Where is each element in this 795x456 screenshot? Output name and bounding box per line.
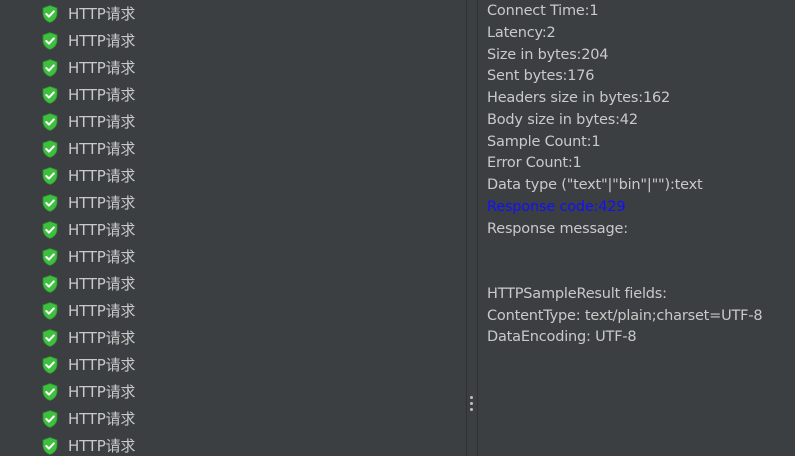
- success-shield-icon: [40, 436, 60, 456]
- result-line: DataEncoding: UTF-8: [487, 329, 637, 346]
- success-shield-icon: [40, 4, 60, 24]
- tree-item-http-request[interactable]: HTTP请求: [40, 135, 135, 162]
- tree-item-label: HTTP请求: [68, 167, 136, 185]
- success-shield-icon: [40, 58, 60, 78]
- tree-item-http-request[interactable]: HTTP请求: [40, 270, 135, 297]
- tree-item-http-request[interactable]: HTTP请求: [40, 81, 135, 108]
- success-shield-icon: [40, 328, 60, 348]
- tree-item-label: HTTP请求: [68, 302, 136, 320]
- result-line: [487, 262, 762, 284]
- result-line: Size in bytes:204: [487, 46, 609, 63]
- sample-tree-pane[interactable]: HTTP请求 HTTP请求 HTTP请求 HTTP请求 HTTP请求 HTTP请求 HTTP…: [0, 0, 466, 456]
- tree-item-label: HTTP请求: [68, 410, 136, 428]
- success-shield-icon: [40, 220, 60, 240]
- tree-item-http-request[interactable]: HTTP请求: [40, 54, 135, 81]
- tree-item-label: HTTP请求: [68, 5, 136, 23]
- tree-item-http-request[interactable]: HTTP请求: [40, 405, 135, 432]
- tree-item-http-request[interactable]: HTTP请求: [40, 243, 135, 270]
- tree-item-label: HTTP请求: [68, 437, 136, 455]
- sampler-result-text: Connect Time:1 Latency:2 Size in bytes:204…: [487, 1, 763, 349]
- success-shield-icon: [40, 31, 60, 51]
- sampler-result-pane: Connect Time:1 Latency:2 Size in bytes:204…: [478, 0, 795, 456]
- sample-tree-list: HTTP请求 HTTP请求 HTTP请求 HTTP请求 HTTP请求 HTTP请求 HTTP…: [40, 0, 135, 456]
- tree-item-label: HTTP请求: [68, 86, 136, 104]
- tree-item-label: HTTP请求: [68, 140, 136, 158]
- tree-item-http-request[interactable]: HTTP请求: [40, 324, 135, 351]
- splitter-grip-icon[interactable]: [470, 396, 474, 414]
- result-line: Connect Time:1: [487, 3, 599, 19]
- success-shield-icon: [40, 301, 60, 321]
- tree-item-label: HTTP请求: [68, 275, 136, 293]
- success-shield-icon: [40, 166, 60, 186]
- success-shield-icon: [40, 247, 60, 267]
- result-line: Headers size in bytes:162: [487, 90, 671, 106]
- result-line: Data type ("text"|"bin"|""):text: [487, 177, 703, 193]
- result-line: Response message:: [487, 220, 628, 237]
- tree-item-http-request[interactable]: HTTP请求: [40, 297, 135, 324]
- tree-item-http-request[interactable]: HTTP请求: [40, 108, 135, 135]
- success-shield-icon: [40, 112, 60, 132]
- tree-item-http-request[interactable]: HTTP请求: [40, 27, 135, 54]
- result-line: Sample Count:1: [487, 133, 601, 150]
- tree-item-http-request[interactable]: HTTP请求: [40, 378, 135, 405]
- tree-item-label: HTTP请求: [68, 113, 136, 131]
- success-shield-icon: [40, 274, 60, 294]
- success-shield-icon: [40, 139, 60, 159]
- success-shield-icon: [40, 355, 60, 375]
- success-shield-icon: [40, 85, 60, 105]
- success-shield-icon: [40, 382, 60, 402]
- view-results-tree-panel: HTTP请求 HTTP请求 HTTP请求 HTTP请求 HTTP请求 HTTP请求 HTTP…: [0, 0, 795, 456]
- result-line: Latency:2: [487, 24, 556, 41]
- tree-item-http-request[interactable]: HTTP请求: [40, 0, 135, 27]
- tree-item-http-request[interactable]: HTTP请求: [40, 351, 135, 378]
- result-line: Sent bytes:176: [487, 68, 595, 85]
- tree-item-http-request[interactable]: HTTP请求: [40, 216, 135, 243]
- tree-item-label: HTTP请求: [68, 329, 136, 347]
- tree-item-http-request[interactable]: HTTP请求: [40, 432, 135, 456]
- pane-splitter[interactable]: [466, 0, 478, 456]
- result-line: [487, 240, 762, 262]
- tree-item-label: HTTP请求: [68, 59, 136, 77]
- tree-item-label: HTTP请求: [68, 356, 136, 374]
- tree-item-label: HTTP请求: [68, 248, 136, 266]
- tree-item-label: HTTP请求: [68, 32, 136, 50]
- result-line: ContentType: text/plain;charset=UTF-8: [487, 307, 763, 324]
- tree-item-label: HTTP请求: [68, 194, 136, 212]
- result-line: HTTPSampleResult fields:: [487, 285, 667, 302]
- tree-item-http-request[interactable]: HTTP请求: [40, 162, 135, 189]
- success-shield-icon: [40, 409, 60, 429]
- tree-item-http-request[interactable]: HTTP请求: [40, 189, 135, 216]
- result-line: Body size in bytes:42: [487, 111, 638, 128]
- success-shield-icon: [40, 193, 60, 213]
- tree-item-label: HTTP请求: [68, 383, 136, 401]
- result-line: Error Count:1: [487, 155, 582, 172]
- tree-item-label: HTTP请求: [68, 221, 136, 239]
- response-code-line: Response code:429: [487, 198, 626, 215]
